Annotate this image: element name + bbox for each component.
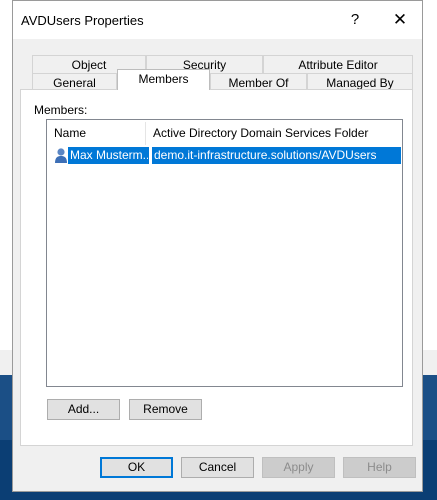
dialog-title: AVDUsers Properties [21,13,144,28]
add-button[interactable]: Add... [47,399,120,420]
remove-button[interactable]: Remove [129,399,202,420]
member-name: Max Musterm... [70,148,148,162]
close-icon[interactable]: ✕ [380,7,420,33]
tab-members[interactable]: Members [117,69,210,90]
member-folder: demo.it-infrastructure.solutions/AVDUser… [154,148,377,162]
column-header-name[interactable]: Name [47,120,144,147]
user-icon [55,148,67,163]
list-item[interactable]: Max Musterm... demo.it-infrastructure.so… [53,147,402,164]
column-header-folder[interactable]: Active Directory Domain Services Folder [146,120,402,147]
apply-button[interactable]: Apply [262,457,335,478]
cancel-button[interactable]: Cancel [181,457,254,478]
help-button[interactable]: Help [343,457,416,478]
help-icon[interactable]: ? [335,7,375,33]
tab-attribute-editor[interactable]: Attribute Editor [263,55,413,73]
members-list[interactable]: Name Active Directory Domain Services Fo… [46,119,403,387]
ok-button[interactable]: OK [100,457,173,478]
title-bar[interactable]: AVDUsers Properties ? ✕ [13,1,422,39]
members-label: Members: [34,103,88,117]
